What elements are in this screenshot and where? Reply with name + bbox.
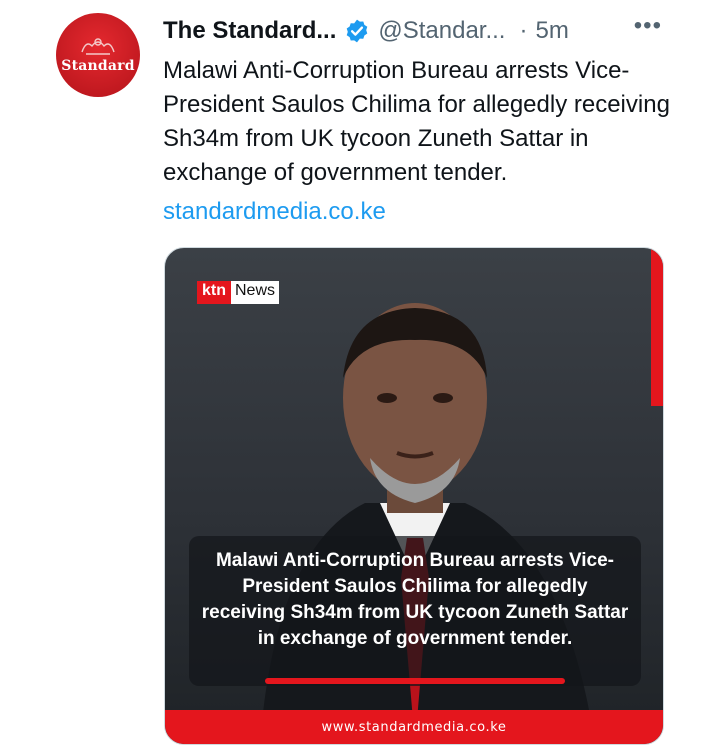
tweet-link[interactable]: standardmedia.co.ke <box>163 195 386 229</box>
red-accent-bar <box>651 248 663 406</box>
media-caption: Malawi Anti-Corruption Bureau arrests Vi… <box>201 550 629 649</box>
profile-avatar[interactable]: Standard <box>56 13 140 97</box>
tweet-media-card[interactable]: ktn News Malawi Anti-Corruption Bureau a… <box>164 247 664 745</box>
footer-url: www.standardmedia.co.ke <box>321 719 507 735</box>
tweet-text: Malawi Anti-Corruption Bureau arrests Vi… <box>163 57 670 186</box>
account-handle[interactable]: @Standar... <box>378 17 505 45</box>
ktn-news-logo: ktn News <box>197 281 280 304</box>
crest-icon <box>81 38 115 55</box>
media-footer: www.standardmedia.co.ke <box>165 710 663 744</box>
verified-badge-icon <box>347 19 368 43</box>
separator-dot: · <box>519 17 528 44</box>
caption-underline <box>265 678 565 684</box>
account-name[interactable]: The Standard... <box>163 17 336 45</box>
tweet-time[interactable]: 5m <box>535 17 568 45</box>
ktn-logo-text: ktn <box>197 281 231 304</box>
news-logo-text: News <box>231 281 280 304</box>
more-options-icon[interactable]: ••• <box>634 12 662 40</box>
tweet-header: The Standard... @Standar... · 5m ••• <box>163 12 662 48</box>
avatar-label: Standard <box>61 58 135 74</box>
